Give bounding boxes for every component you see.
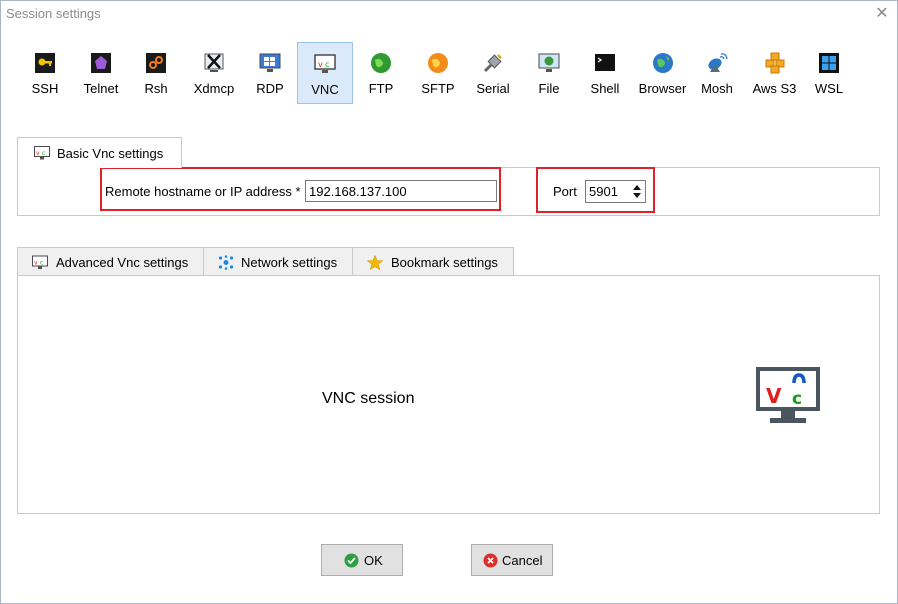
- vnc-logo-icon: V c: [756, 367, 820, 423]
- protocol-telnet[interactable]: Telnet: [75, 42, 127, 104]
- vnc-icon: vc: [34, 146, 50, 160]
- protocol-ftp[interactable]: FTP: [357, 42, 405, 104]
- tab-advanced-vnc-settings[interactable]: vc Advanced Vnc settings: [17, 247, 204, 276]
- svg-text:c: c: [325, 60, 329, 69]
- protocol-mosh[interactable]: Mosh: [693, 42, 741, 104]
- mosh-antenna-icon: [708, 53, 728, 72]
- protocol-label: SFTP: [421, 81, 455, 96]
- cancel-icon: [483, 553, 498, 568]
- svg-text:v: v: [318, 60, 323, 69]
- svg-text:v: v: [34, 260, 38, 267]
- svg-text:v: v: [36, 150, 40, 157]
- check-icon: [344, 553, 359, 568]
- protocol-rdp[interactable]: RDP: [245, 42, 295, 104]
- protocol-rsh[interactable]: Rsh: [132, 42, 180, 104]
- vnc-icon: vc: [314, 54, 336, 73]
- cancel-button[interactable]: Cancel: [471, 544, 553, 576]
- protocol-label: Serial: [476, 81, 510, 96]
- protocol-file[interactable]: File: [525, 42, 573, 104]
- hostname-label: Remote hostname or IP address *: [105, 184, 301, 199]
- window-title: Session settings: [6, 6, 101, 21]
- protocol-label: FTP: [368, 81, 394, 96]
- protocol-label: Xdmcp: [193, 81, 235, 96]
- protocol-label: Rsh: [144, 81, 168, 96]
- network-icon: [218, 255, 234, 270]
- protocol-label: VNC: [311, 82, 339, 97]
- serial-plug-icon: [483, 54, 502, 73]
- protocol-aws-s3[interactable]: Aws S3: [747, 42, 802, 104]
- port-value: 5901: [589, 184, 618, 199]
- port-label: Port: [553, 184, 577, 199]
- protocol-label: SSH: [31, 81, 59, 96]
- x-icon: [204, 53, 224, 72]
- telnet-icon: [91, 53, 111, 73]
- tab-label: Bookmark settings: [391, 255, 498, 270]
- tab-label: Advanced Vnc settings: [56, 255, 189, 270]
- advanced-settings-panel: [17, 275, 880, 514]
- close-icon[interactable]: ✕: [873, 5, 891, 23]
- rsh-icon: [146, 53, 166, 73]
- key-icon: [35, 53, 55, 73]
- protocol-shell[interactable]: Shell: [580, 42, 630, 104]
- file-monitor-icon: [538, 53, 560, 72]
- protocol-label: Browser: [638, 81, 687, 96]
- shell-terminal-icon: [595, 54, 615, 71]
- aws-cubes-icon: [765, 52, 784, 74]
- rdp-monitor-icon: [259, 53, 281, 72]
- protocol-label: File: [538, 81, 560, 96]
- protocol-serial[interactable]: Serial: [468, 42, 518, 104]
- tab-network-settings[interactable]: Network settings: [203, 247, 353, 276]
- svg-text:c: c: [792, 389, 802, 409]
- protocol-vnc[interactable]: vc VNC: [297, 42, 353, 104]
- protocol-label: Shell: [590, 81, 620, 96]
- ok-label: OK: [364, 553, 383, 568]
- title-bar: Session settings ✕: [1, 1, 897, 29]
- spin-arrows-icon[interactable]: [632, 183, 642, 200]
- protocol-label: Telnet: [83, 81, 119, 96]
- ok-button[interactable]: OK: [321, 544, 403, 576]
- protocol-wsl[interactable]: WSL: [806, 42, 852, 104]
- windows-icon: [819, 53, 839, 73]
- cancel-label: Cancel: [502, 553, 543, 568]
- protocol-browser[interactable]: Browser: [635, 42, 690, 104]
- protocol-ssh[interactable]: SSH: [20, 42, 70, 104]
- tab-basic-vnc-settings[interactable]: vc Basic Vnc settings: [17, 137, 182, 168]
- session-type-label: VNC session: [322, 390, 415, 407]
- tab-label: Basic Vnc settings: [57, 146, 164, 161]
- protocol-label: RDP: [256, 81, 284, 96]
- svg-text:c: c: [40, 260, 43, 267]
- tab-bookmark-settings[interactable]: Bookmark settings: [352, 247, 514, 276]
- port-stepper[interactable]: 5901: [585, 180, 646, 203]
- protocol-label: Aws S3: [752, 81, 797, 96]
- svg-text:c: c: [42, 150, 45, 157]
- sftp-icon: [428, 53, 448, 73]
- hostname-input[interactable]: [305, 180, 497, 202]
- browser-globe-icon: [652, 53, 673, 73]
- protocol-xdmcp[interactable]: Xdmcp: [188, 42, 240, 104]
- tab-label: Network settings: [241, 255, 338, 270]
- star-icon: [367, 255, 383, 270]
- svg-text:V: V: [766, 384, 782, 408]
- ftp-globe-icon: [371, 53, 391, 73]
- vnc-icon: vc: [32, 255, 48, 269]
- protocol-label: Mosh: [701, 81, 733, 96]
- protocol-sftp[interactable]: SFTP: [413, 42, 463, 104]
- protocol-label: WSL: [814, 81, 844, 96]
